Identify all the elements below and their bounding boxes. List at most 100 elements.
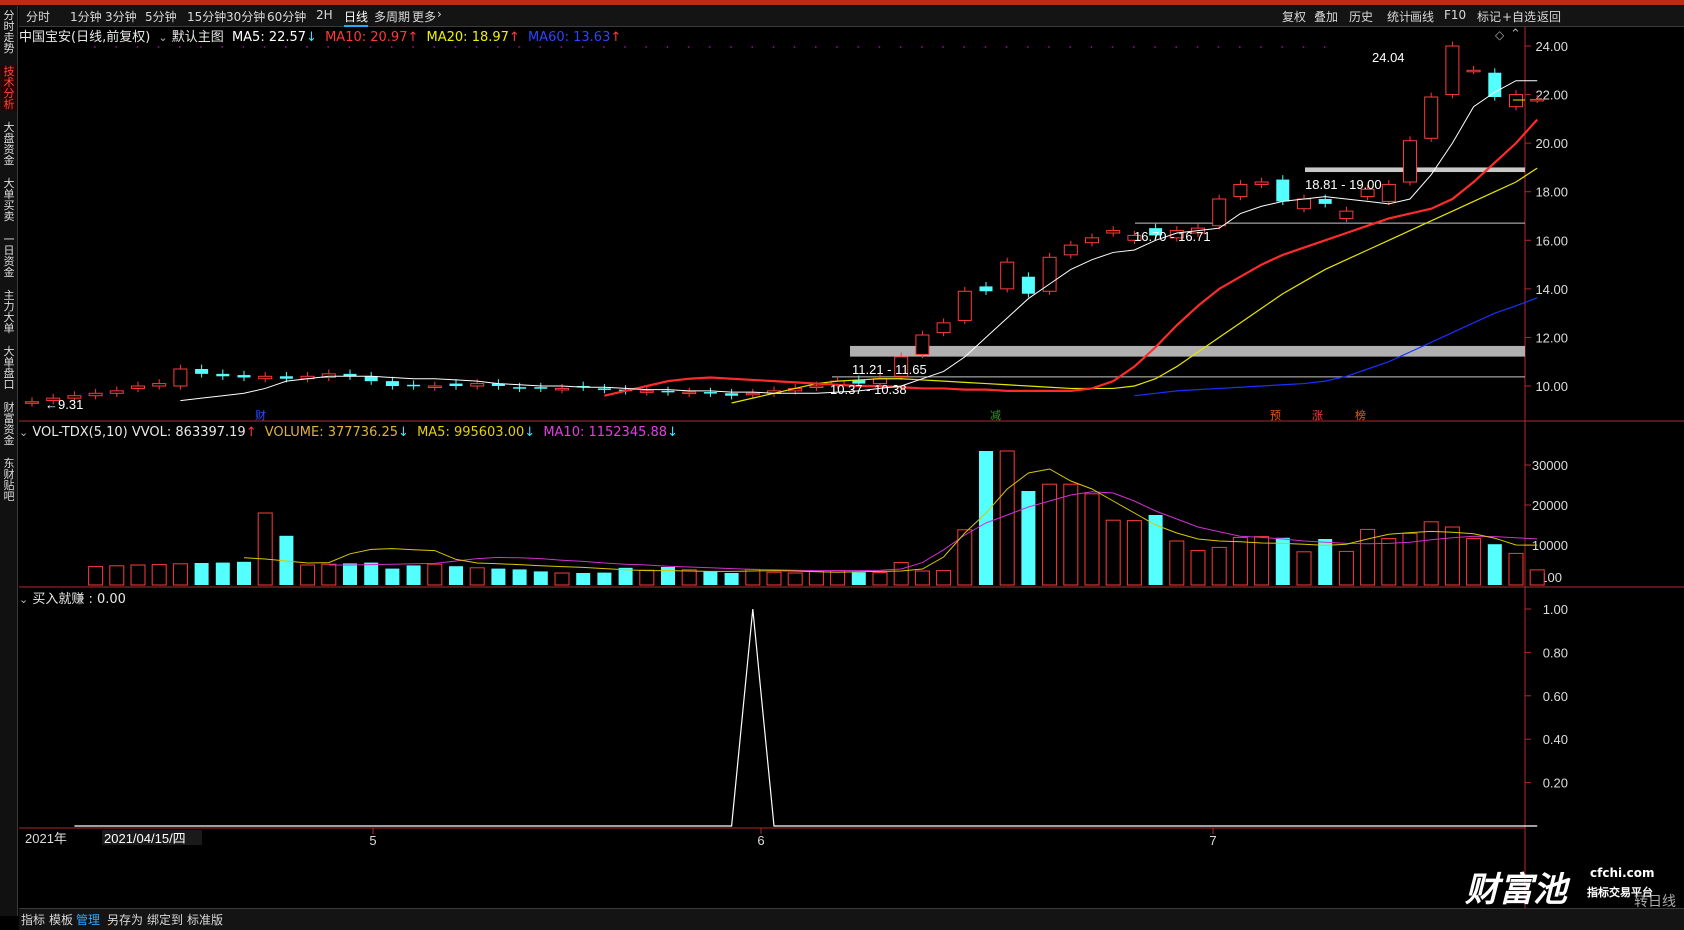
candle-body-up [1403, 140, 1417, 183]
candle-body-up [1233, 183, 1248, 198]
volume-bar-up [1338, 550, 1354, 586]
volume-bar-up [681, 569, 697, 586]
dot-marker [836, 46, 838, 48]
volume-bar-up [1296, 551, 1312, 586]
volume-bar-up [1508, 552, 1524, 586]
vol-ma10-line [328, 491, 1538, 572]
watermark-right-text: 转日线 [1634, 894, 1676, 910]
candle-body-down [979, 286, 993, 292]
dot-marker [433, 46, 436, 48]
price-tick-label: 20.00 [1535, 136, 1568, 151]
price-tick-label: 16.00 [1535, 233, 1568, 248]
dot-marker [1132, 46, 1135, 48]
indicator-line [74, 608, 1538, 827]
volume-bar-down [343, 563, 357, 585]
event-marker[interactable]: 减 [990, 409, 1001, 422]
dot-marker [1069, 46, 1072, 48]
dot-marker [899, 46, 902, 48]
candle-body-up [682, 391, 697, 395]
dot-marker [1323, 46, 1326, 48]
candle-body-down [407, 384, 421, 387]
bottom-tab-4[interactable]: 绑定到 [147, 911, 183, 928]
volume-bar-up [766, 571, 782, 586]
volume-bar-up [1084, 493, 1100, 586]
dot-marker [221, 46, 224, 48]
volume-bar-down [512, 569, 527, 585]
volume-bar-up [1402, 532, 1418, 586]
dot-marker [1281, 46, 1284, 48]
dot-marker [475, 46, 478, 48]
volume-bar-up [1466, 538, 1482, 586]
candle-body-up [1466, 69, 1481, 73]
dot-marker [242, 46, 245, 48]
volume-bar-down [491, 568, 506, 585]
volume-bar-up [1381, 538, 1397, 586]
price-tick-label: 14.00 [1535, 282, 1568, 297]
dot-marker [1048, 46, 1050, 48]
month-label: 5 [369, 833, 376, 848]
volume-bar-up [300, 564, 316, 586]
candle-body-up [745, 392, 760, 396]
price-annotation: 16.70 - 16.71 [1134, 229, 1211, 244]
chart-canvas[interactable]: 24.0022.0020.0018.0016.0014.0012.0010.00… [0, 0, 1684, 930]
dot-marker [814, 46, 817, 48]
dot-marker [157, 46, 160, 48]
dot-marker [200, 46, 202, 48]
dot-marker [624, 46, 626, 48]
dot-marker [390, 46, 393, 48]
candle-body-up [427, 385, 442, 388]
price-tick-label: 18.00 [1535, 185, 1568, 200]
candle-body-up [152, 383, 167, 387]
volume-bar-down [364, 562, 379, 585]
dot-marker [454, 46, 457, 48]
price-annotation: 18.81 - 19.00 [1305, 177, 1382, 192]
candle-body-up [1085, 237, 1099, 244]
dot-marker [1196, 46, 1199, 48]
volume-bar-up [808, 570, 824, 586]
volume-bar-down [194, 563, 209, 585]
dot-marker [772, 46, 775, 48]
dot-marker [857, 46, 860, 48]
volume-bar-down [406, 565, 421, 585]
event-marker[interactable]: 榜 [1355, 408, 1366, 422]
volume-bar-up [88, 566, 104, 586]
volume-tick-label: 20000 [1532, 498, 1568, 513]
bottom-tab-1[interactable]: 模板 [49, 911, 73, 928]
volume-tick-label: 10000 [1532, 538, 1568, 553]
volume-bar-up [1232, 536, 1248, 586]
volume-bar-up [130, 564, 146, 586]
volume-bar-up [1190, 550, 1206, 586]
candle-body-up [1254, 181, 1269, 185]
event-marker[interactable]: 预 [1270, 409, 1281, 422]
volume-bar-up [999, 450, 1015, 586]
bottom-tab-5[interactable]: 标准版 [187, 911, 223, 928]
volume-bar-up [257, 512, 273, 586]
event-marker[interactable]: 涨 [1312, 409, 1323, 422]
volume-bar-up [1063, 483, 1079, 586]
candle-body-up [25, 401, 39, 404]
dot-marker [1154, 46, 1156, 48]
volume-bar-down [385, 568, 400, 585]
dot-marker [1026, 46, 1029, 48]
dot-marker [878, 46, 881, 48]
volume-bar-down [703, 571, 718, 585]
dot-marker [1111, 46, 1114, 48]
volume-bar-up [1169, 540, 1185, 586]
bottom-tab-3[interactable]: 另存为 [107, 911, 143, 928]
price-annotation: 11.21 - 11.65 [852, 362, 927, 377]
volume-bar-up [787, 572, 803, 586]
candle-body-up [258, 375, 273, 380]
dot-marker [1005, 46, 1008, 48]
bottom-tab-0[interactable]: 指标 [21, 911, 45, 928]
bottom-tab-2[interactable]: 管理 [76, 911, 100, 928]
candle-body-up [1042, 256, 1057, 292]
volume-bar-down [449, 566, 463, 585]
event-marker[interactable]: 财 [255, 408, 266, 422]
bottom-tab-bar: 指标 模板 管理 另存为 绑定到 标准版 [19, 908, 1684, 930]
candle-body-up [88, 392, 103, 397]
candle-body-down [534, 387, 548, 389]
volume-bar-down [1275, 537, 1290, 585]
indicator-tick-label: 0.40 [1543, 732, 1568, 747]
year-label: 2021年 [25, 831, 67, 846]
candle-body-up [470, 383, 485, 387]
